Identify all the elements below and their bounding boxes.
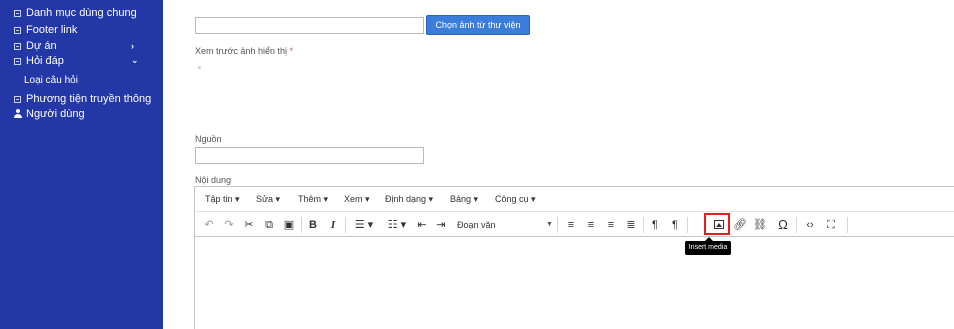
media-icon — [14, 96, 21, 103]
align-center-icon[interactable]: ≡ — [583, 216, 599, 234]
sidebar-subitem-question-types[interactable]: Loại câu hỏi — [24, 75, 78, 86]
align-right-icon[interactable]: ≡ — [603, 216, 619, 234]
editor-toolbar: ↶ ↷ ✂ ⧉ ▣ B I ☰ ▾ ☷ ▾ ⇤ ⇥ Đoạn văn ▼ ≡ ≡… — [195, 211, 954, 237]
sidebar-item-users[interactable]: Người dùng — [26, 108, 85, 121]
menu-insert[interactable]: Thêm ▾ — [298, 194, 328, 205]
link-icon[interactable]: 🔗︎ — [732, 216, 748, 234]
bullet-list-icon[interactable]: ☰ ▾ — [350, 216, 378, 234]
folder-icon — [14, 58, 21, 65]
image-icon — [714, 220, 724, 229]
rich-text-editor: Tập tin ▾ Sửa ▾ Thêm ▾ Xem ▾ Định dạng ▾… — [194, 186, 954, 329]
menu-file[interactable]: Tập tin ▾ — [205, 194, 240, 205]
copy-icon[interactable]: ⧉ — [261, 216, 277, 234]
sidebar-item-footer-link[interactable]: Footer link — [26, 24, 77, 37]
toolbar-divider — [301, 217, 302, 233]
page: Danh mục dùng chung Footer link Dự án › … — [0, 0, 954, 329]
editor-content-area[interactable] — [195, 238, 954, 329]
sidebar-item-media[interactable]: Phương tiện truyền thông — [26, 93, 151, 106]
indent-icon[interactable]: ⇥ — [433, 216, 449, 234]
numbered-list-icon[interactable]: ☷ ▾ — [383, 216, 411, 234]
cut-icon[interactable]: ✂ — [241, 216, 257, 234]
toolbar-divider — [847, 217, 848, 233]
toolbar-divider — [345, 217, 346, 233]
align-left-icon[interactable]: ≡ — [563, 216, 579, 234]
toolbar-divider — [643, 217, 644, 233]
rtl-icon[interactable]: ¶ — [667, 216, 683, 234]
folder-icon — [14, 43, 21, 50]
source-input[interactable] — [195, 147, 424, 164]
menu-view[interactable]: Xem ▾ — [344, 194, 370, 205]
unlink-icon[interactable]: ⛓ — [752, 216, 768, 234]
chevron-down-icon: ⌄ — [131, 55, 139, 65]
bold-icon[interactable]: B — [305, 216, 321, 234]
justify-icon[interactable]: ≣ — [623, 216, 639, 234]
code-icon[interactable]: ‹› — [802, 216, 818, 234]
fullscreen-icon[interactable]: ⛶ — [823, 216, 839, 234]
undo-icon[interactable]: ↶ — [201, 216, 217, 234]
sidebar-item-faq[interactable]: Hỏi đáp — [26, 55, 64, 68]
choose-from-library-button[interactable]: Chọn ảnh từ thư viện — [426, 15, 530, 35]
toolbar-divider — [557, 217, 558, 233]
toolbar-divider — [796, 217, 797, 233]
menu-tools[interactable]: Công cụ ▾ — [495, 194, 536, 205]
insert-media-button[interactable] — [704, 213, 730, 235]
user-icon — [14, 109, 22, 119]
insert-media-tooltip: Insert media — [685, 237, 731, 255]
chevron-right-icon: › — [131, 41, 134, 51]
omega-icon[interactable]: Ω — [775, 216, 791, 234]
sidebar-item-projects[interactable]: Dự án — [26, 40, 57, 53]
toolbar-divider — [687, 217, 688, 233]
preview-label: Xem trước ảnh hiển thị * — [195, 46, 293, 56]
editor-menubar: Tập tin ▾ Sửa ▾ Thêm ▾ Xem ▾ Định dạng ▾… — [195, 187, 954, 211]
sidebar: Danh mục dùng chung Footer link Dự án › … — [0, 0, 163, 329]
folder-icon — [14, 27, 21, 34]
menu-table[interactable]: Bảng ▾ — [450, 194, 478, 205]
chevron-down-icon: ▼ — [546, 221, 553, 228]
image-path-input[interactable] — [195, 17, 424, 34]
folder-icon — [14, 10, 21, 17]
outdent-icon[interactable]: ⇤ — [414, 216, 430, 234]
paste-icon[interactable]: ▣ — [281, 216, 297, 234]
source-label: Nguồn — [195, 134, 222, 144]
image-preview — [198, 66, 201, 69]
redo-icon[interactable]: ↷ — [221, 216, 237, 234]
sidebar-item-shared-categories[interactable]: Danh mục dùng chung — [26, 7, 137, 20]
menu-format[interactable]: Định dạng ▾ — [385, 194, 433, 205]
required-mark: * — [289, 46, 293, 56]
format-select[interactable]: Đoạn văn — [457, 216, 496, 234]
content-label: Nội dung — [195, 175, 232, 185]
italic-icon[interactable]: I — [325, 216, 341, 234]
menu-edit[interactable]: Sửa ▾ — [256, 194, 280, 205]
preview-label-text: Xem trước ảnh hiển thị — [195, 46, 287, 56]
ltr-icon[interactable]: ¶ — [647, 216, 663, 234]
